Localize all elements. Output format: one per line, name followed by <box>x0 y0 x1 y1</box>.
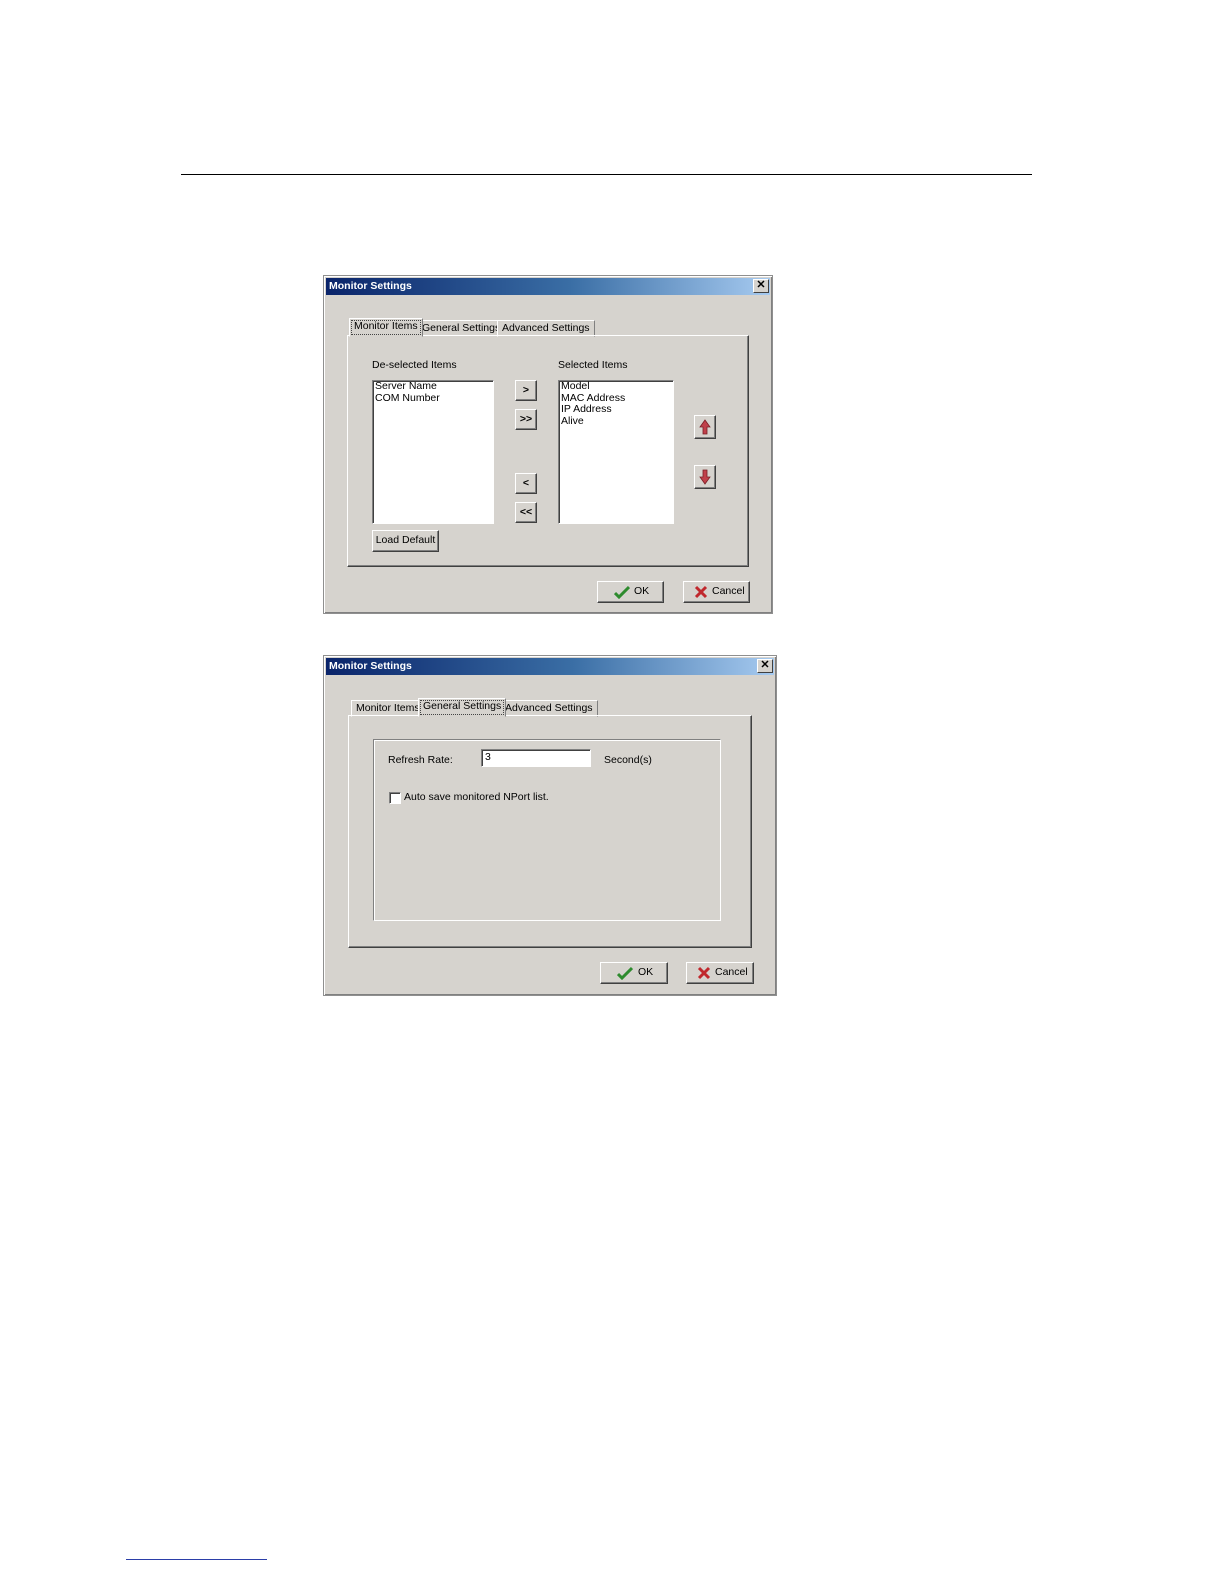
list-item[interactable]: IP Address <box>559 403 673 416</box>
monitor-settings-dialog-general: Monitor Settings ✕ Monitor Items General… <box>323 655 777 996</box>
list-item[interactable]: Server Name <box>373 380 493 393</box>
footer-link-underline <box>126 1559 267 1560</box>
arrow-up-icon <box>699 419 711 435</box>
x-mark-icon <box>697 966 711 980</box>
close-icon: ✕ <box>760 659 770 671</box>
arrow-down-icon <box>699 469 711 485</box>
move-right-button[interactable]: > <box>515 380 537 401</box>
ok-button[interactable]: OK <box>600 962 668 984</box>
ok-button[interactable]: OK <box>597 581 664 603</box>
monitor-settings-dialog-items: Monitor Settings ✕ Monitor Items General… <box>323 275 773 614</box>
checkmark-icon <box>614 585 630 599</box>
dialog-title: Monitor Settings <box>326 278 770 295</box>
move-left-button[interactable]: < <box>515 473 537 494</box>
move-all-left-button[interactable]: << <box>515 502 537 523</box>
auto-save-label[interactable]: Auto save monitored NPort list. <box>404 791 549 803</box>
header-rule <box>181 174 1032 175</box>
cancel-label: Cancel <box>712 585 745 597</box>
close-button[interactable]: ✕ <box>753 279 769 293</box>
cancel-button[interactable]: Cancel <box>686 962 754 984</box>
refresh-rate-label: Refresh Rate: <box>388 754 453 766</box>
move-up-button[interactable] <box>694 415 716 439</box>
auto-save-checkbox[interactable] <box>389 792 401 804</box>
refresh-rate-input[interactable]: 3 <box>481 749 591 767</box>
move-down-button[interactable] <box>694 465 716 489</box>
move-all-right-button[interactable]: >> <box>515 409 537 430</box>
ok-label: OK <box>634 585 650 597</box>
cancel-button[interactable]: Cancel <box>683 581 750 603</box>
list-item[interactable]: COM Number <box>373 392 493 405</box>
cancel-label: Cancel <box>715 966 748 978</box>
dialog-title: Monitor Settings <box>326 658 774 675</box>
load-default-button[interactable]: Load Default <box>372 530 439 552</box>
tab-general-settings[interactable]: General Settings <box>418 698 507 717</box>
tab-monitor-items[interactable]: Monitor Items <box>349 318 423 337</box>
checkmark-icon <box>617 966 633 980</box>
selected-items-label: Selected Items <box>558 359 628 371</box>
close-button[interactable]: ✕ <box>757 659 773 673</box>
selected-items-list[interactable]: Model MAC Address IP Address Alive <box>558 380 674 524</box>
refresh-rate-unit: Second(s) <box>604 754 652 766</box>
list-item[interactable]: Alive <box>559 415 673 428</box>
ok-label: OK <box>638 966 654 978</box>
close-icon: ✕ <box>756 279 766 291</box>
deselected-items-list[interactable]: Server Name COM Number <box>372 380 494 524</box>
x-mark-icon <box>694 585 708 599</box>
list-item[interactable]: Model <box>559 380 673 393</box>
deselected-items-label: De-selected Items <box>372 359 457 371</box>
